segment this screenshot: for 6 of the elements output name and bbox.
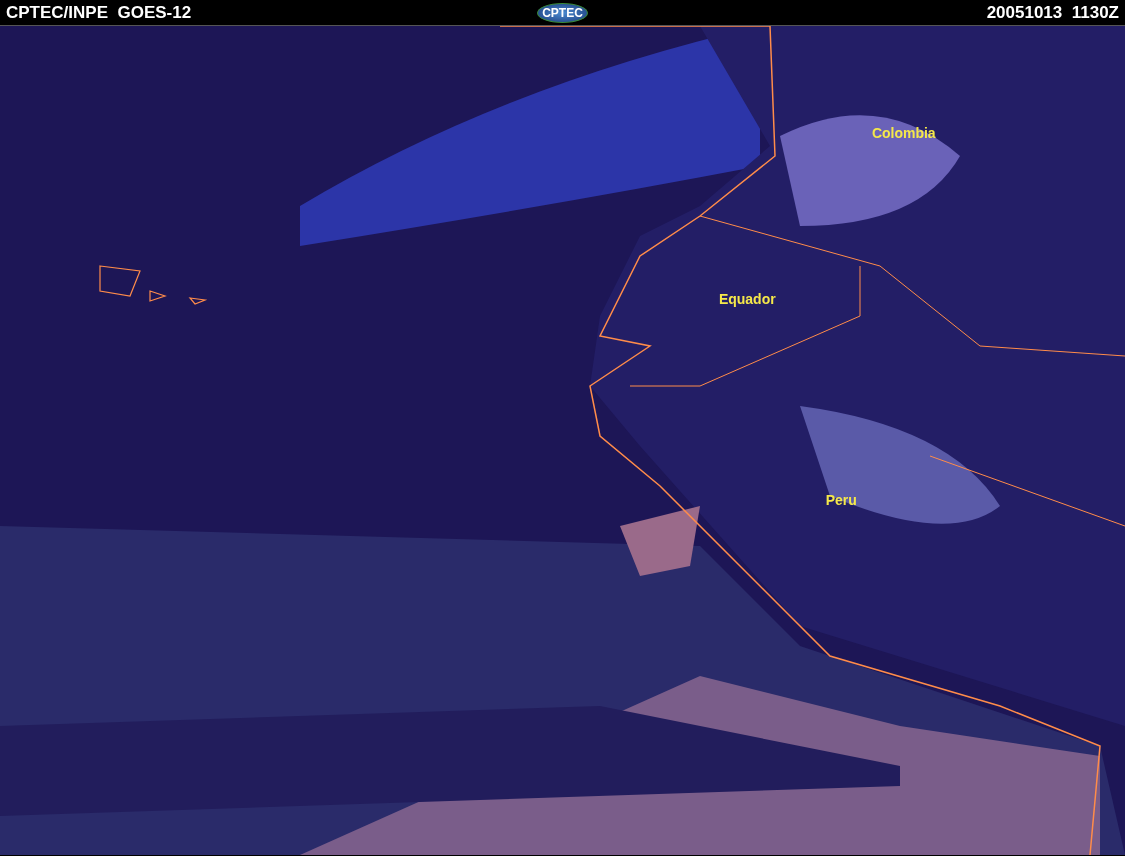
timestamp: 20051013 1130Z: [986, 2, 1119, 23]
country-label: Equador: [718, 291, 776, 308]
country-label: Colombia: [871, 125, 936, 142]
country-label: Peru: [825, 491, 857, 508]
logo: CPTEC: [537, 2, 588, 23]
header-title: CPTEC/INPE GOES-12: [6, 2, 193, 23]
